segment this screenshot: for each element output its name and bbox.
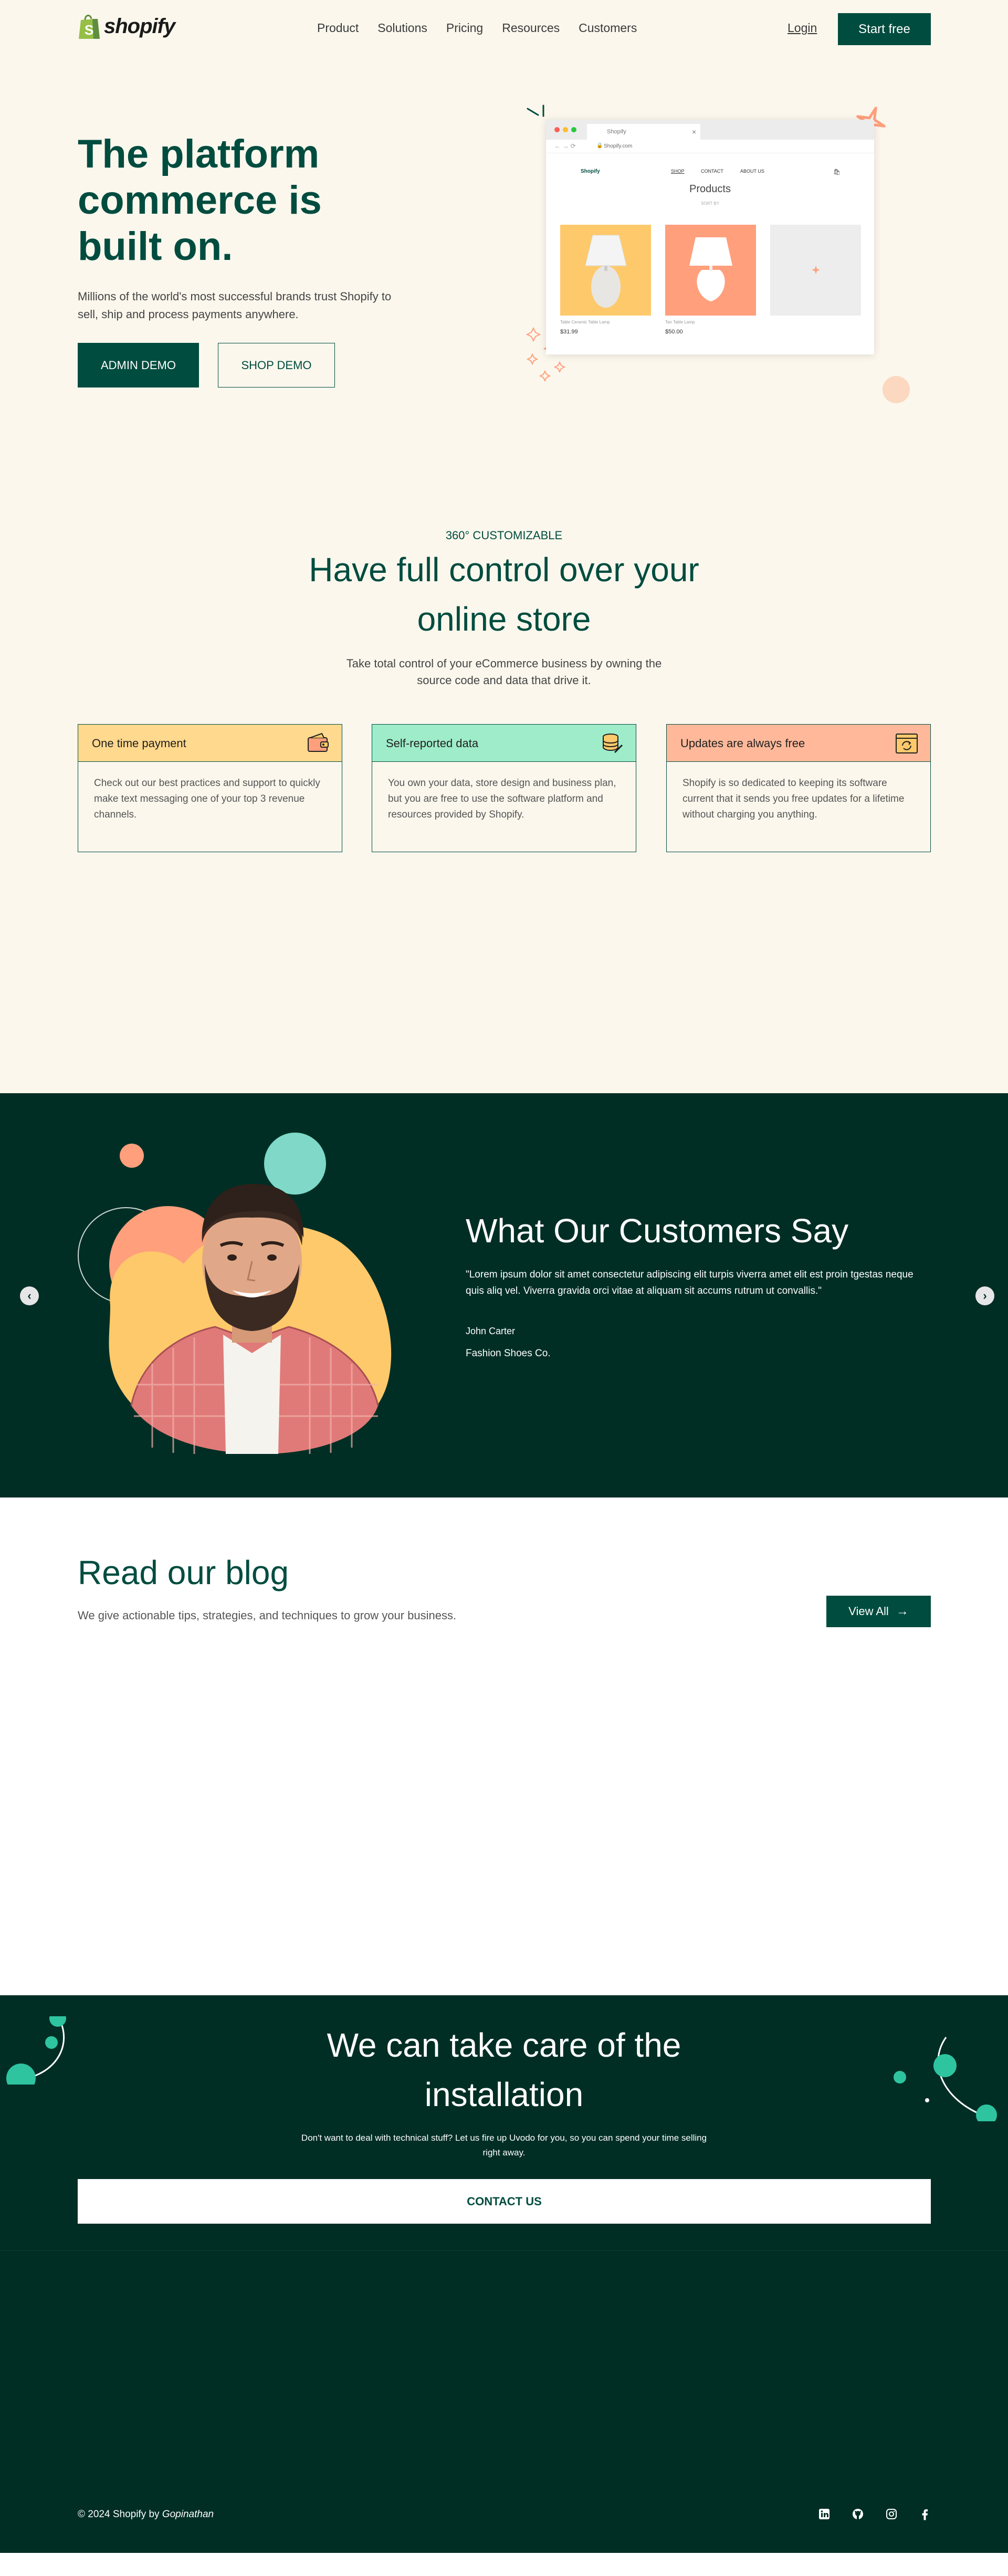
section-subtitle: Take total control of your eCommerce bus… bbox=[346, 657, 662, 687]
cta-subtitle: Don't want to deal with technical stuff?… bbox=[301, 2133, 707, 2158]
chevron-right-icon: › bbox=[983, 1289, 987, 1302]
card-body: You own your data, store design and busi… bbox=[388, 778, 616, 820]
table-lamp-icon bbox=[585, 235, 627, 308]
arrow-right-icon: → bbox=[896, 1604, 909, 1618]
peach-dot-decoration bbox=[883, 376, 910, 403]
back-forward-icon: ← → ⟳ bbox=[554, 142, 576, 150]
browser-tab: Shopify × bbox=[587, 124, 700, 140]
copyright: © 2024 Shopify by Gopinathan bbox=[78, 2509, 214, 2520]
testimonial-company: Fashion Shoes Co. bbox=[466, 1348, 551, 1359]
footer: © 2024 Shopify by Gopinathan bbox=[0, 2250, 1008, 2553]
minimize-dot-icon bbox=[563, 127, 568, 132]
product-price: $31.99 bbox=[560, 329, 578, 335]
shop-demo-button[interactable]: SHOP DEMO bbox=[218, 343, 335, 388]
browser-urlbar: ← → ⟳ 🔒 Shopify.com bbox=[546, 140, 874, 153]
product-tile-placeholder bbox=[770, 225, 861, 316]
mock-nav-shop: SHOP bbox=[671, 169, 685, 174]
page-bottom-margin bbox=[0, 2553, 1008, 2576]
login-link[interactable]: Login bbox=[788, 21, 817, 35]
store-preview-mockup: Shopify × ← → ⟳ 🔒 Shopify.com Shopify SH… bbox=[546, 120, 874, 354]
customer-portrait bbox=[109, 1184, 392, 1454]
card-header: One time payment bbox=[78, 725, 342, 762]
coins-icon bbox=[603, 734, 623, 753]
feature-card-payment: One time payment Check out our best prac… bbox=[78, 724, 342, 852]
left-orbit-decoration bbox=[6, 2016, 66, 2085]
card-title: Self-reported data bbox=[386, 737, 479, 750]
facebook-icon[interactable] bbox=[918, 2507, 932, 2521]
blog-subtitle: We give actionable tips, strategies, and… bbox=[78, 1609, 457, 1622]
next-arrow-button[interactable]: › bbox=[975, 1286, 994, 1305]
card-body: Shopify is so dedicated to keeping its s… bbox=[682, 778, 905, 820]
close-dot-icon bbox=[554, 127, 560, 132]
nav-links: Product Solutions Pricing Resources Cust… bbox=[317, 21, 637, 35]
feature-card-updates: Updates are always free Shopify is so de… bbox=[666, 724, 931, 852]
nav-link-resources[interactable]: Resources bbox=[502, 21, 560, 35]
blog-section: Read our blog We give actionable tips, s… bbox=[0, 1498, 1008, 1995]
chevron-left-icon: ‹ bbox=[27, 1289, 32, 1302]
cta-title: We can take care of the installation bbox=[327, 2026, 681, 2113]
spark-lines-icon bbox=[527, 104, 544, 117]
hero-title: The platform commerce is built on. bbox=[78, 132, 322, 269]
nav-link-product[interactable]: Product bbox=[317, 21, 359, 35]
svg-text:S: S bbox=[85, 22, 93, 38]
linkedin-icon[interactable] bbox=[817, 2507, 832, 2521]
refresh-window-icon bbox=[896, 734, 918, 753]
card-body: Check out our best practices and support… bbox=[94, 778, 320, 820]
start-free-button[interactable]: Start free bbox=[838, 13, 931, 45]
shopping-bag-icon: S bbox=[79, 15, 100, 39]
logo-wordmark: shopify bbox=[104, 14, 175, 38]
top-nav: S shopify Product Solutions Pricing Reso… bbox=[0, 0, 1008, 58]
view-all-label: View All bbox=[848, 1605, 889, 1618]
card-header: Self-reported data bbox=[372, 725, 636, 762]
instagram-icon[interactable] bbox=[884, 2507, 899, 2521]
nav-link-solutions[interactable]: Solutions bbox=[377, 21, 427, 35]
testimonial-quote: "Lorem ipsum dolor sit amet consectetur … bbox=[466, 1269, 914, 1296]
close-icon: × bbox=[691, 128, 696, 136]
lock-icon: 🔒 bbox=[596, 143, 603, 149]
card-title: One time payment bbox=[92, 737, 186, 750]
github-icon[interactable] bbox=[850, 2507, 865, 2521]
mock-nav-contact: CONTACT bbox=[701, 169, 723, 174]
mock-store-nav: Shopify SHOP CONTACT ABOUT US 🛍 bbox=[546, 169, 874, 179]
browser-tab-title: Shopify bbox=[607, 129, 626, 135]
nav-link-customers[interactable]: Customers bbox=[579, 21, 637, 35]
product-name: Table Ceramic Table Lamp bbox=[560, 320, 610, 324]
blog-title: Read our blog bbox=[78, 1554, 289, 1591]
section-title: Have full control over your online store bbox=[309, 551, 699, 638]
browser-titlebar: Shopify × bbox=[546, 120, 874, 140]
hero-subtitle: Millions of the world's most successful … bbox=[78, 290, 392, 321]
testimonial-section: What Our Customers Say "Lorem ipsum dolo… bbox=[0, 1093, 1008, 1498]
mock-products-heading: Products bbox=[689, 183, 731, 195]
cart-icon: 🛍 bbox=[833, 169, 841, 175]
mock-nav-about: ABOUT US bbox=[740, 169, 764, 174]
view-all-button[interactable]: View All → bbox=[826, 1596, 931, 1627]
installation-cta: We can take care of the installation Don… bbox=[0, 1995, 1008, 2250]
shopify-logo[interactable]: S shopify bbox=[78, 13, 175, 40]
product-tile-lamp-2 bbox=[665, 225, 756, 316]
browser-url: Shopify.com bbox=[604, 143, 633, 149]
author-name: Gopinathan bbox=[162, 2509, 214, 2520]
wallet-icon bbox=[308, 732, 329, 752]
mock-store-brand: Shopify bbox=[581, 169, 600, 174]
card-title: Updates are always free bbox=[680, 737, 805, 750]
right-orbit-decoration bbox=[894, 2037, 997, 2121]
testimonial-author: John Carter bbox=[466, 1326, 516, 1336]
section-eyebrow: 360° CUSTOMIZABLE bbox=[445, 529, 563, 542]
copyright-text: © 2024 Shopify by bbox=[78, 2509, 160, 2520]
sparkle-icon bbox=[812, 266, 820, 274]
product-tile-lamp-1 bbox=[560, 225, 651, 316]
table-lamp-icon bbox=[689, 237, 732, 301]
prev-arrow-button[interactable]: ‹ bbox=[20, 1286, 39, 1305]
product-name: Tan Table Lamp bbox=[665, 320, 695, 324]
product-price: $50.00 bbox=[665, 329, 683, 335]
card-header: Updates are always free bbox=[667, 725, 930, 762]
mock-sort-label: SORT BY bbox=[701, 201, 719, 206]
contact-us-button[interactable]: CONTACT US bbox=[78, 2179, 931, 2224]
maximize-dot-icon bbox=[571, 127, 576, 132]
feature-card-data: Self-reported data You own your data, st… bbox=[372, 724, 636, 852]
nav-link-pricing[interactable]: Pricing bbox=[446, 21, 483, 35]
admin-demo-button[interactable]: ADMIN DEMO bbox=[78, 343, 199, 388]
testimonial-title: What Our Customers Say bbox=[466, 1212, 849, 1250]
